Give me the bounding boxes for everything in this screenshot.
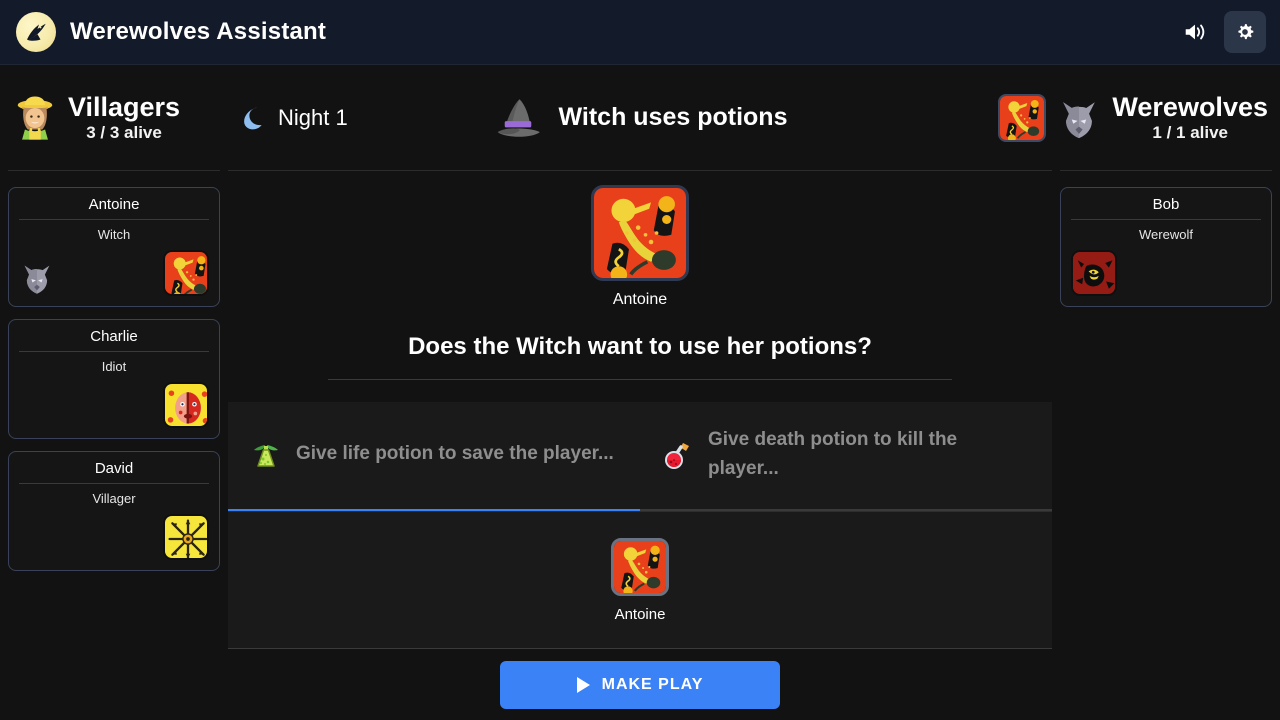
witch-card-icon bbox=[611, 537, 669, 596]
player-card-charlie[interactable]: Charlie Idiot bbox=[8, 319, 220, 439]
werewolves-panel-header: Werewolves 1 / 1 alive bbox=[998, 65, 1272, 171]
player-role: Villager bbox=[92, 491, 136, 506]
make-play-label: MAKE PLAY bbox=[601, 675, 704, 693]
player-name: Bob bbox=[1071, 196, 1261, 220]
choice-option-name: Antoine bbox=[614, 605, 666, 623]
villagers-alive-count: 3 / 3 alive bbox=[86, 123, 162, 143]
player-card-antoine[interactable]: Antoine Witch bbox=[8, 187, 220, 307]
villagers-player-list: Antoine Witch Charlie Idiot David Villag… bbox=[8, 171, 220, 571]
top-bar: Werewolves Assistant bbox=[0, 0, 1280, 65]
player-card-bob[interactable]: Bob Werewolf bbox=[1060, 187, 1272, 307]
tab-life-potion[interactable]: Give life potion to save the player... bbox=[228, 402, 640, 509]
player-role: Werewolf bbox=[1139, 227, 1193, 242]
werewolves-panel: Werewolves 1 / 1 alive Bob Werewolf bbox=[998, 65, 1280, 720]
current-step: Witch uses potions bbox=[493, 93, 788, 143]
death-potion-icon bbox=[662, 439, 694, 471]
villagers-panel: Villagers 3 / 3 alive Antoine Witch Char… bbox=[0, 65, 228, 720]
wolf-head-icon bbox=[19, 260, 55, 296]
villagers-team-name: Villagers bbox=[68, 91, 181, 122]
question-divider bbox=[328, 379, 952, 380]
question-text: Does the Witch want to use her potions? bbox=[408, 333, 872, 360]
player-name: David bbox=[19, 460, 209, 484]
app-root: Werewolves Assistant Villagers 3 / 3 ali… bbox=[0, 0, 1280, 720]
tab-label: Give life potion to save the player... bbox=[296, 443, 614, 465]
player-name: Charlie bbox=[19, 328, 209, 352]
witch-hat-icon bbox=[493, 93, 543, 143]
farmer-emoji-icon bbox=[12, 95, 58, 141]
body: Villagers 3 / 3 alive Antoine Witch Char… bbox=[0, 65, 1280, 720]
step-title: Witch uses potions bbox=[558, 103, 788, 131]
werewolves-team-name: Werewolves bbox=[1112, 91, 1268, 122]
player-card-body bbox=[19, 506, 209, 560]
witch-card-icon bbox=[163, 250, 209, 296]
target-player-name: Antoine bbox=[612, 291, 668, 308]
center-column: Night 1 Witch uses potions Antoine Does bbox=[228, 65, 1052, 720]
moon-wolf-logo-icon bbox=[16, 12, 56, 52]
center-main: Antoine Does the Witch want to use her p… bbox=[228, 171, 1052, 648]
phase-indicator: Night 1 bbox=[238, 104, 348, 132]
werewolf-card-icon bbox=[1071, 250, 1117, 296]
center-header: Night 1 Witch uses potions bbox=[228, 65, 1052, 171]
footer: MAKE PLAY bbox=[228, 648, 1052, 720]
speaker-icon bbox=[1182, 19, 1208, 45]
idiot-card-icon bbox=[163, 382, 209, 428]
player-choice-pane: Antoine bbox=[228, 511, 1052, 648]
werewolves-alive-count: 1 / 1 alive bbox=[1152, 123, 1229, 143]
player-card-body bbox=[19, 374, 209, 428]
brand: Werewolves Assistant bbox=[16, 12, 326, 52]
play-triangle-icon bbox=[576, 676, 590, 693]
player-card-body bbox=[1071, 242, 1261, 296]
witch-card-icon bbox=[591, 185, 689, 281]
tab-label: Give death potion to kill the player... bbox=[708, 429, 958, 479]
top-bar-actions bbox=[1174, 11, 1266, 53]
crescent-moon-icon bbox=[238, 104, 266, 132]
make-play-button[interactable]: MAKE PLAY bbox=[500, 660, 780, 709]
villagers-team-text: Villagers 3 / 3 alive bbox=[68, 92, 180, 143]
choice-option-antoine[interactable]: Antoine bbox=[611, 537, 669, 623]
villagers-panel-header: Villagers 3 / 3 alive bbox=[8, 65, 220, 171]
player-role: Witch bbox=[97, 227, 131, 242]
gear-icon bbox=[1234, 21, 1256, 43]
player-role: Idiot bbox=[101, 359, 127, 374]
target-player: Antoine bbox=[228, 171, 1052, 309]
tab-death-potion[interactable]: Give death potion to kill the player... bbox=[640, 402, 1052, 509]
player-name: Antoine bbox=[19, 196, 209, 220]
settings-button[interactable] bbox=[1224, 11, 1266, 53]
sound-toggle-button[interactable] bbox=[1174, 11, 1216, 53]
phase-label: Night 1 bbox=[278, 104, 348, 130]
werewolves-player-list: Bob Werewolf bbox=[1060, 171, 1272, 307]
app-title: Werewolves Assistant bbox=[70, 18, 327, 45]
werewolves-team-text: Werewolves 1 / 1 alive bbox=[1112, 92, 1268, 143]
life-potion-icon bbox=[250, 439, 282, 471]
player-card-david[interactable]: David Villager bbox=[8, 451, 220, 571]
player-card-body bbox=[19, 242, 209, 296]
villager-card-icon bbox=[163, 514, 209, 560]
wolf-emoji-icon bbox=[1056, 95, 1102, 141]
potion-tabs: Give life potion to save the player... G… bbox=[228, 402, 1052, 509]
